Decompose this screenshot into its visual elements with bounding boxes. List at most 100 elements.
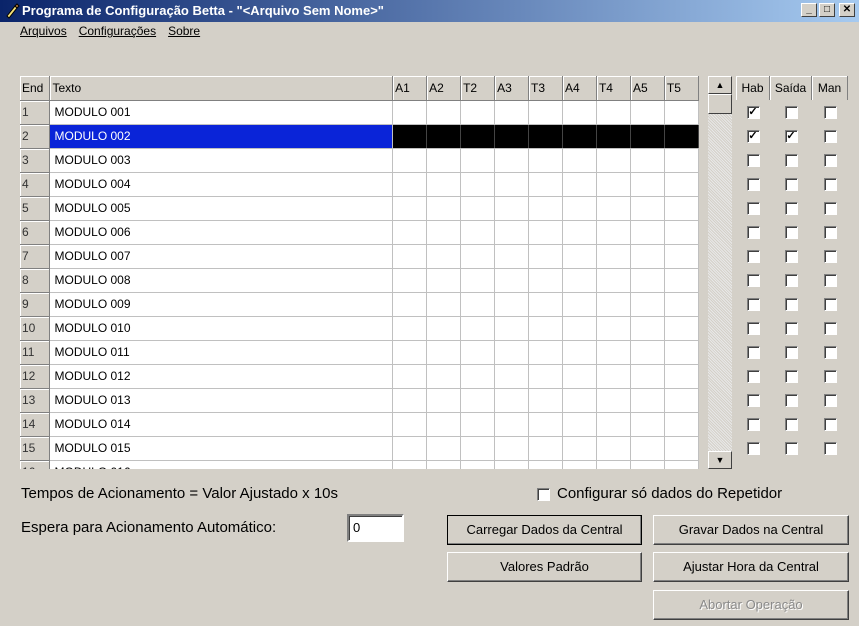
row-cell-t3[interactable] (528, 220, 563, 245)
row-cell-a1[interactable] (392, 244, 428, 269)
man-checkbox[interactable] (823, 105, 837, 119)
row-cell-a4[interactable] (562, 244, 597, 269)
row-texto[interactable]: MODULO 015 (49, 436, 394, 461)
row-cell-t4[interactable] (596, 220, 631, 245)
minimize-button[interactable]: _ (801, 3, 817, 17)
row-cell-t3[interactable] (528, 316, 563, 341)
row-cell-a2[interactable] (426, 412, 462, 437)
row-texto[interactable]: MODULO 011 (49, 340, 394, 365)
table-row[interactable]: 3 MODULO 003 (20, 148, 699, 173)
saida-checkbox[interactable] (784, 225, 798, 239)
row-cell-a5[interactable] (630, 124, 665, 149)
row-cell-a1[interactable] (392, 148, 428, 173)
row-cell-a1[interactable] (392, 412, 428, 437)
row-cell-a5[interactable] (630, 220, 665, 245)
row-cell-t5[interactable] (664, 100, 699, 125)
row-cell-a4[interactable] (562, 148, 597, 173)
row-cell-t4[interactable] (596, 148, 631, 173)
row-cell-t3[interactable] (528, 148, 563, 173)
row-cell-a5[interactable] (630, 268, 665, 293)
hab-checkbox[interactable] (746, 273, 760, 287)
row-cell-t5[interactable] (664, 268, 699, 293)
scroll-up-button[interactable]: ▲ (708, 76, 732, 94)
close-button[interactable]: ✕ (839, 3, 855, 17)
row-cell-a3[interactable] (494, 268, 530, 293)
row-cell-a3[interactable] (494, 220, 530, 245)
man-checkbox[interactable] (823, 129, 837, 143)
row-cell-a4[interactable] (562, 220, 597, 245)
row-cell-t5[interactable] (664, 364, 699, 389)
man-checkbox[interactable] (823, 345, 837, 359)
hab-checkbox[interactable] (746, 297, 760, 311)
row-cell-t4[interactable] (596, 124, 631, 149)
ajustar-hora-button[interactable]: Ajustar Hora da Central (653, 552, 849, 582)
row-cell-a5[interactable] (630, 460, 665, 469)
row-cell-a4[interactable] (562, 436, 597, 461)
row-cell-t3[interactable] (528, 460, 563, 469)
row-cell-t4[interactable] (596, 316, 631, 341)
man-checkbox[interactable] (823, 369, 837, 383)
table-row[interactable]: 10 MODULO 010 (20, 316, 699, 341)
row-cell-a3[interactable] (494, 460, 530, 469)
grid-scrollbar[interactable]: ▲ ▼ (708, 76, 732, 469)
row-texto[interactable]: MODULO 008 (49, 268, 394, 293)
row-cell-a1[interactable] (392, 172, 428, 197)
man-checkbox[interactable] (823, 417, 837, 431)
row-cell-a5[interactable] (630, 316, 665, 341)
row-cell-t5[interactable] (664, 460, 699, 469)
row-texto[interactable]: MODULO 006 (49, 220, 394, 245)
row-cell-a2[interactable] (426, 460, 462, 469)
row-cell-a4[interactable] (562, 124, 597, 149)
row-cell-a4[interactable] (562, 388, 597, 413)
row-cell-a2[interactable] (426, 148, 462, 173)
hab-checkbox[interactable] (746, 441, 760, 455)
row-cell-t5[interactable] (664, 412, 699, 437)
hab-checkbox[interactable] (746, 177, 760, 191)
row-cell-t2[interactable] (460, 148, 496, 173)
row-cell-a4[interactable] (562, 460, 597, 469)
row-cell-a1[interactable] (392, 340, 428, 365)
row-cell-t3[interactable] (528, 364, 563, 389)
man-checkbox[interactable] (823, 225, 837, 239)
row-texto[interactable]: MODULO 012 (49, 364, 394, 389)
row-cell-a2[interactable] (426, 436, 462, 461)
hab-checkbox[interactable] (746, 345, 760, 359)
row-cell-a2[interactable] (426, 388, 462, 413)
man-checkbox[interactable] (823, 153, 837, 167)
row-texto[interactable]: MODULO 016 (49, 460, 394, 469)
row-cell-t5[interactable] (664, 436, 699, 461)
row-cell-a4[interactable] (562, 196, 597, 221)
saida-checkbox[interactable] (784, 273, 798, 287)
row-cell-t3[interactable] (528, 388, 563, 413)
row-cell-a2[interactable] (426, 268, 462, 293)
row-cell-t3[interactable] (528, 100, 563, 125)
row-cell-a5[interactable] (630, 292, 665, 317)
hab-checkbox[interactable]: ✓ (746, 105, 760, 119)
row-cell-t4[interactable] (596, 268, 631, 293)
row-cell-a2[interactable] (426, 340, 462, 365)
man-checkbox[interactable] (823, 249, 837, 263)
row-cell-t4[interactable] (596, 172, 631, 197)
row-cell-t3[interactable] (528, 268, 563, 293)
row-cell-t5[interactable] (664, 292, 699, 317)
saida-checkbox[interactable] (784, 105, 798, 119)
row-cell-t2[interactable] (460, 388, 496, 413)
row-texto[interactable]: MODULO 014 (49, 412, 394, 437)
hab-checkbox[interactable] (746, 369, 760, 383)
saida-checkbox[interactable] (784, 249, 798, 263)
scroll-down-button[interactable]: ▼ (708, 451, 732, 469)
saida-checkbox[interactable] (784, 345, 798, 359)
row-cell-a3[interactable] (494, 292, 530, 317)
man-checkbox[interactable] (823, 321, 837, 335)
row-cell-a3[interactable] (494, 100, 530, 125)
row-cell-t2[interactable] (460, 100, 496, 125)
row-texto[interactable]: MODULO 003 (49, 148, 394, 173)
row-cell-a1[interactable] (392, 124, 428, 149)
row-cell-t3[interactable] (528, 340, 563, 365)
menu-sobre[interactable]: Sobre (164, 22, 204, 42)
man-checkbox[interactable] (823, 297, 837, 311)
menu-configuracoes[interactable]: Configurações (75, 22, 160, 42)
row-cell-a3[interactable] (494, 388, 530, 413)
saida-checkbox[interactable] (784, 177, 798, 191)
row-cell-t4[interactable] (596, 196, 631, 221)
